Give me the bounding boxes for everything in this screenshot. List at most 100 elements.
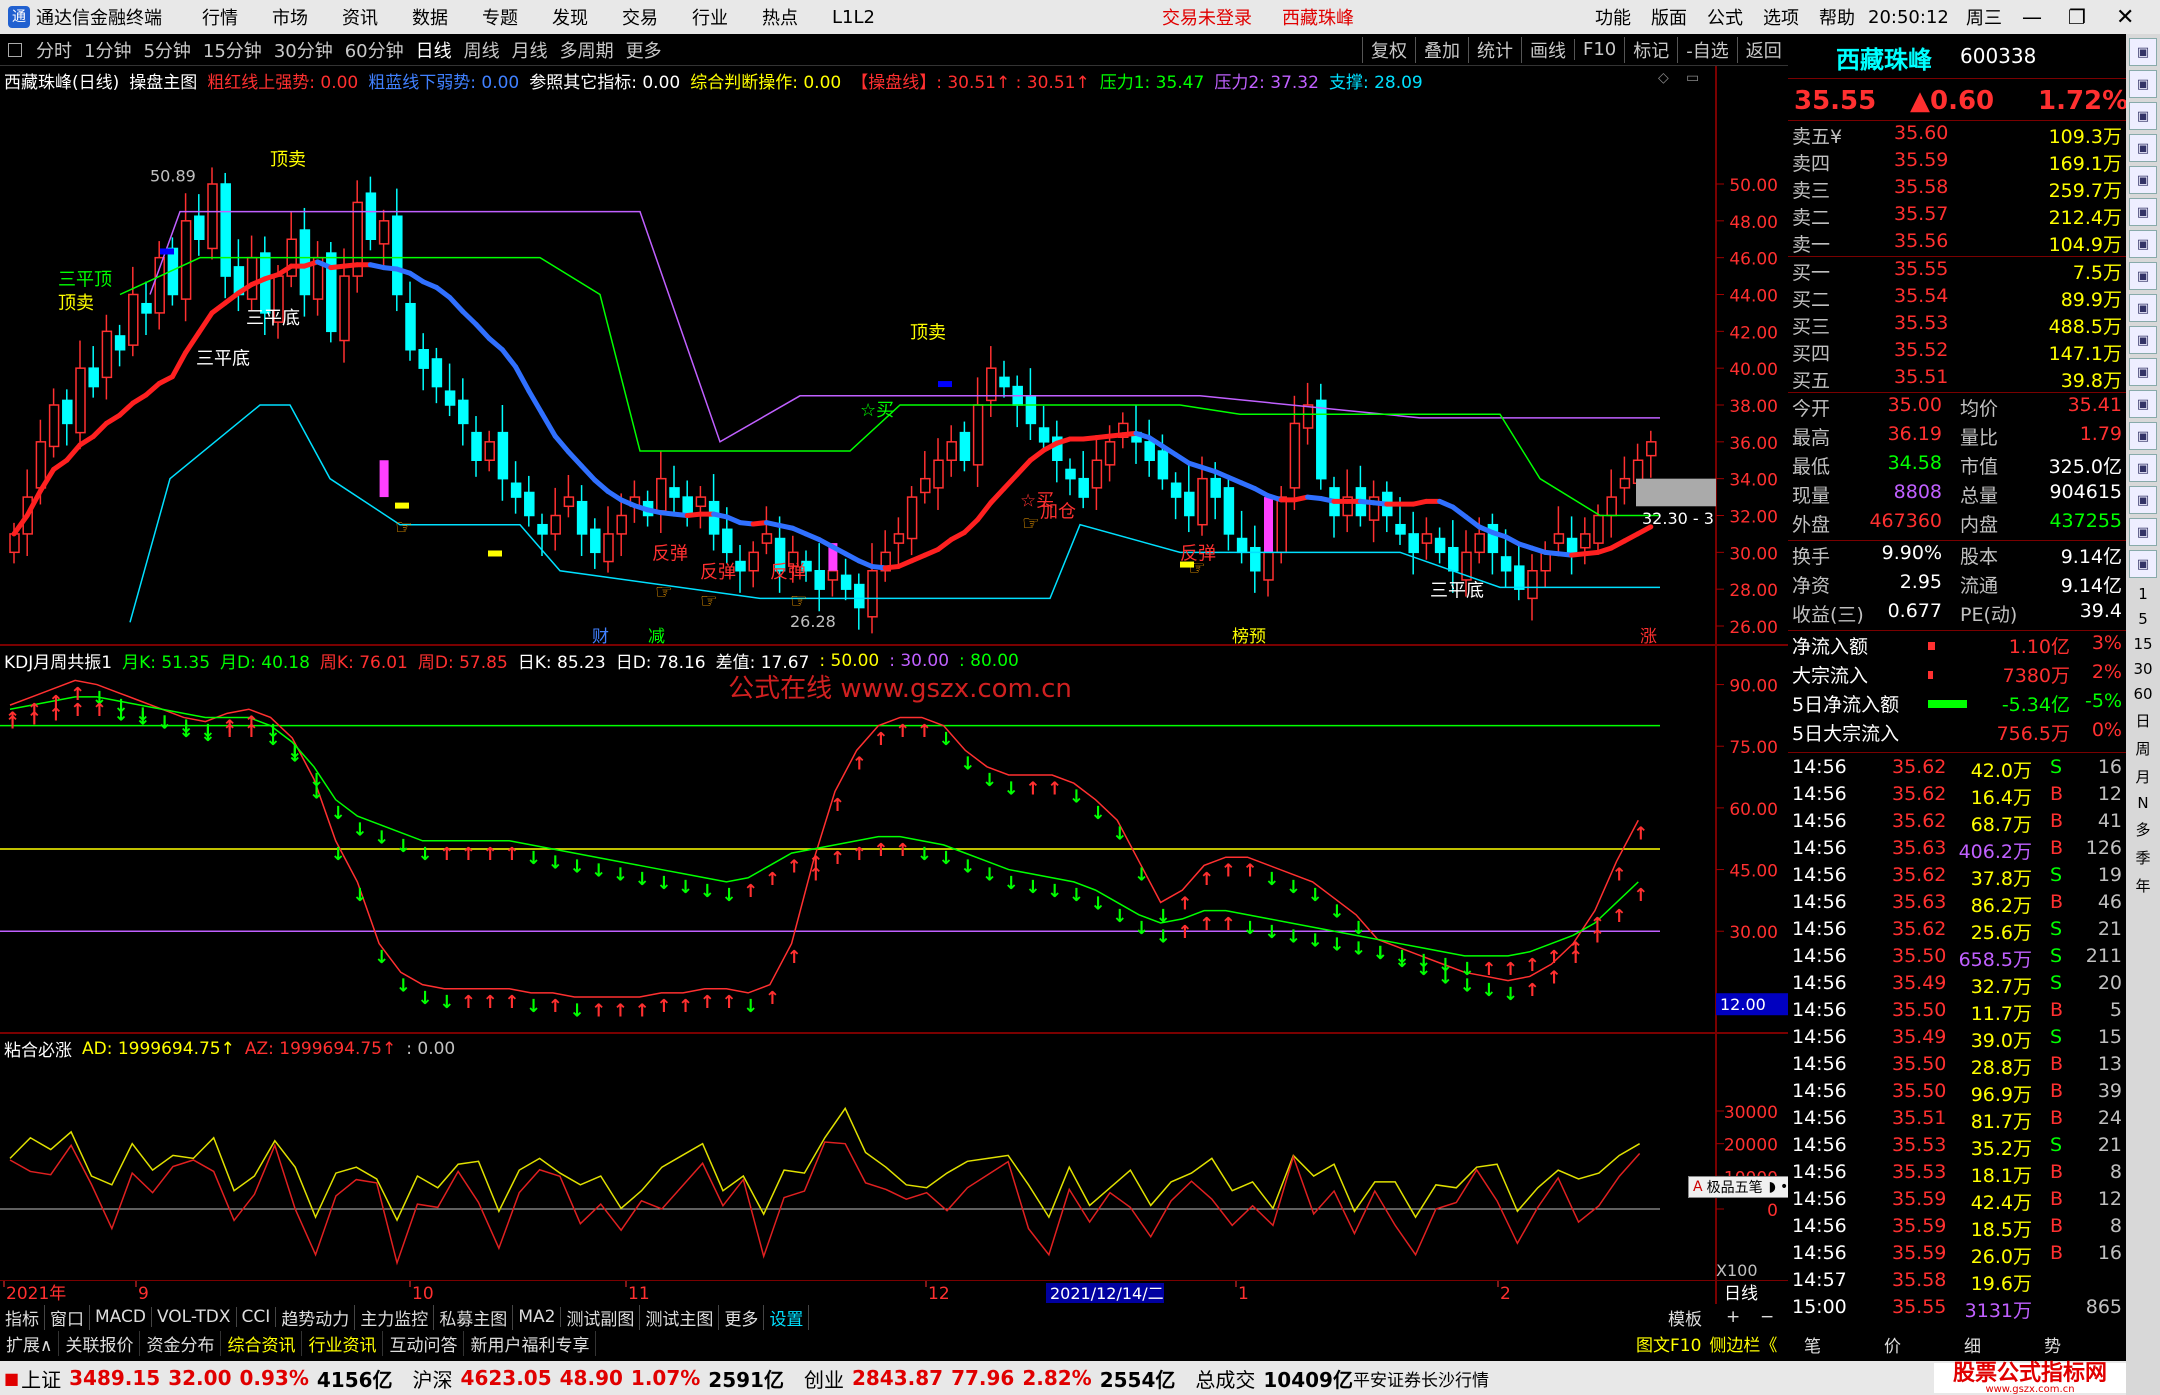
f5-icon[interactable]: ▣: [2129, 550, 2157, 578]
ad-chart-svg[interactable]: 3000020000100000X100: [0, 1034, 1788, 1280]
sidebar-period-1[interactable]: 5: [2126, 610, 2160, 628]
event-mark[interactable]: 减: [648, 627, 665, 646]
ime-a-icon[interactable]: A: [1693, 1179, 1703, 1195]
down-arrow-icon[interactable]: ▣: [2129, 70, 2157, 98]
info-tab-1[interactable]: 关联报价: [59, 1331, 141, 1356]
toolbar-btn-6[interactable]: -自选: [1677, 36, 1737, 63]
right-menu-3[interactable]: 选项: [1763, 4, 1799, 30]
period-tab-7[interactable]: 周线: [458, 37, 506, 63]
menu-7[interactable]: 行业: [692, 4, 728, 30]
menu-6[interactable]: 交易: [622, 4, 658, 30]
sidebar-period-11[interactable]: 年: [2126, 875, 2160, 896]
event-mark[interactable]: 榜预: [1232, 627, 1266, 646]
sidebar-period-3[interactable]: 30: [2126, 660, 2160, 678]
toolbar-btn-7[interactable]: 返回: [1736, 36, 1790, 63]
sidebar-period-4[interactable]: 60: [2126, 685, 2160, 703]
period-tab-3[interactable]: 15分钟: [197, 37, 268, 63]
rsi-icon[interactable]: ▣: [2129, 454, 2157, 482]
toolbar-btn-2[interactable]: 统计: [1468, 36, 1521, 63]
period-tab-5[interactable]: 60分钟: [339, 37, 410, 63]
list-icon[interactable]: ▣: [2129, 262, 2157, 290]
period-tab-4[interactable]: 30分钟: [268, 37, 339, 63]
minus-icon[interactable]: −: [1760, 1307, 1774, 1327]
indicator-tab-12[interactable]: 设置: [764, 1304, 810, 1330]
login-status[interactable]: 交易未登录: [1162, 4, 1252, 30]
bars-icon[interactable]: ▣: [2129, 326, 2157, 354]
menu-5[interactable]: 发现: [552, 4, 588, 30]
close-icon[interactable]: ✕: [2116, 5, 2134, 30]
sidebar-period-6[interactable]: 周: [2126, 738, 2160, 759]
indicator-tab-6[interactable]: 主力监控: [355, 1304, 435, 1330]
right-menu-1[interactable]: 版面: [1651, 4, 1687, 30]
right-menu-0[interactable]: 功能: [1595, 4, 1631, 30]
indicator-tab-7[interactable]: 私募主图: [434, 1304, 514, 1330]
detail-tab-3[interactable]: 势: [2044, 1332, 2061, 1357]
indicator-tab-9[interactable]: 测试副图: [561, 1304, 641, 1330]
candle-icon[interactable]: ▣: [2129, 230, 2157, 258]
ad-panel[interactable]: 粘合必涨 AD: 1999694.75↑ AZ: 1999694.75↑: 0.00…: [0, 1034, 1811, 1280]
info-tab-3[interactable]: 综合资讯: [221, 1331, 303, 1356]
detail-tab-0[interactable]: 笔: [1804, 1332, 1821, 1357]
indicator-tab-1[interactable]: 窗口: [45, 1304, 90, 1330]
table-icon[interactable]: ▣: [2129, 166, 2157, 194]
toolbar-btn-4[interactable]: F10: [1574, 39, 1624, 60]
sh-label[interactable]: 上证: [21, 1364, 61, 1393]
menu-1[interactable]: 市场: [272, 4, 308, 30]
period-tab-10[interactable]: 更多: [620, 37, 668, 63]
detail-tab-2[interactable]: 细: [1964, 1332, 1981, 1357]
side-link-0[interactable]: 图文F10: [1636, 1331, 1701, 1356]
sidebar-period-2[interactable]: 15: [2126, 635, 2160, 653]
menu-9[interactable]: L1L2: [832, 7, 875, 28]
stock-name-tab[interactable]: 西藏珠峰: [1282, 4, 1354, 30]
menu-2[interactable]: 资讯: [342, 4, 378, 30]
indicator-tab-0[interactable]: 指标: [0, 1304, 45, 1330]
period-tab-1[interactable]: 1分钟: [78, 37, 137, 63]
indicator-tab-4[interactable]: CCI: [237, 1307, 277, 1327]
event-mark[interactable]: 涨: [1640, 627, 1657, 646]
sidebar-period-0[interactable]: 1: [2126, 585, 2160, 603]
info-tab-6[interactable]: 新用户福利专享: [464, 1331, 597, 1356]
toolbar-btn-5[interactable]: 标记: [1624, 36, 1677, 63]
period-tab-9[interactable]: 多周期: [554, 37, 620, 63]
toolbar-btn-3[interactable]: 画线: [1521, 36, 1574, 63]
right-menu-4[interactable]: 帮助: [1819, 4, 1855, 30]
side-link-1[interactable]: 侧边栏《: [1709, 1331, 1777, 1356]
cy-label[interactable]: 创业: [804, 1364, 844, 1393]
toolbar-toggle-icon[interactable]: [8, 42, 22, 57]
event-mark[interactable]: 财: [592, 627, 609, 646]
indicator-tab-3[interactable]: VOL-TDX: [152, 1307, 237, 1327]
indicator-tab-10[interactable]: 测试主图: [640, 1304, 720, 1330]
kdj-panel[interactable]: KDJ月周共振1 月K: 51.35 月D: 40.18 周K: 76.01 周D: 5…: [0, 646, 1788, 1034]
link-icon[interactable]: ▣: [2129, 390, 2157, 418]
template-button[interactable]: 模板: [1668, 1305, 1702, 1330]
right-menu-2[interactable]: 公式: [1707, 4, 1743, 30]
indicator-tab-8[interactable]: MA2: [513, 1307, 562, 1327]
prev-icon[interactable]: ▣: [2129, 102, 2157, 130]
period-tab-0[interactable]: 分时: [30, 37, 78, 63]
f10-icon[interactable]: ▣: [2129, 294, 2157, 322]
chart-icon[interactable]: ▣: [2129, 198, 2157, 226]
indicator-tab-11[interactable]: 更多: [719, 1304, 765, 1330]
menu-8[interactable]: 热点: [762, 4, 798, 30]
toolbar-btn-0[interactable]: 复权: [1362, 36, 1415, 63]
up-arrow-icon[interactable]: ▣: [2129, 38, 2157, 66]
indicator-tab-2[interactable]: MACD: [90, 1307, 152, 1327]
kdj-chart-svg[interactable]: 90.0075.0060.0045.0030.00↑ ↑ ↑ ↑ ↓ ↓ ↓ ↓ ↓ ↓ ↑ ↑ ↓↓↓…: [0, 646, 1788, 1034]
period-tab-2[interactable]: 5分钟: [137, 37, 196, 63]
sidebar-period-5[interactable]: 日: [2126, 710, 2160, 731]
next-icon[interactable]: ▣: [2129, 134, 2157, 162]
info-tab-0[interactable]: 扩展∧: [0, 1331, 60, 1356]
sidebar-period-9[interactable]: 多: [2126, 819, 2160, 840]
minimize-icon[interactable]: —: [2022, 5, 2042, 29]
ime-moon-icon[interactable]: ◗: [1769, 1179, 1776, 1195]
period-tab-8[interactable]: 月线: [506, 37, 554, 63]
sidebar-period-10[interactable]: 季: [2126, 847, 2160, 868]
sidebar-period-7[interactable]: 月: [2126, 766, 2160, 787]
pen-icon[interactable]: ▣: [2129, 518, 2157, 546]
toolbar-btn-1[interactable]: 叠加: [1415, 36, 1468, 63]
menu-4[interactable]: 专题: [482, 4, 518, 30]
period-tab-6[interactable]: 日线: [410, 37, 458, 63]
main-chart-svg[interactable]: 50.00 48.00 46.00 44.00 42.00 40.00 38.00 36.00…: [0, 66, 1788, 646]
info-tab-2[interactable]: 资金分布: [140, 1331, 222, 1356]
arrows-icon[interactable]: ▣: [2129, 486, 2157, 514]
